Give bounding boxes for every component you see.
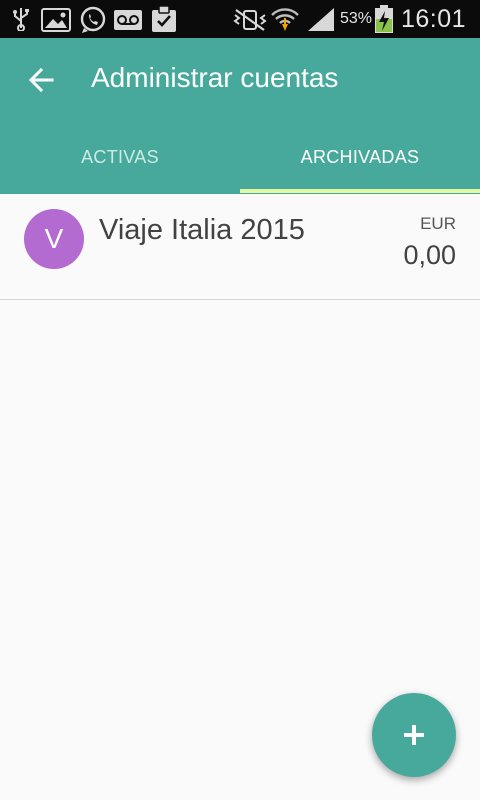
voicemail-icon — [114, 10, 142, 30]
whatsapp-icon — [80, 6, 106, 33]
arrow-back-icon — [28, 67, 54, 93]
wifi-icon — [271, 8, 299, 31]
app-bar: Administrar cuentas ACTIVAS ARCHIVADAS — [0, 38, 480, 194]
clipboard-check-icon — [152, 5, 176, 32]
image-icon — [41, 8, 71, 32]
tab-archivadas[interactable]: ARCHIVADAS — [240, 136, 480, 194]
tab-indicator — [240, 189, 480, 193]
tab-activas[interactable]: ACTIVAS — [0, 136, 240, 194]
page-title: Administrar cuentas — [91, 62, 339, 93]
list-item[interactable]: V Viaje Italia 2015 EUR 0,00 — [0, 194, 480, 300]
usb-icon — [13, 8, 29, 31]
account-list: V Viaje Italia 2015 EUR 0,00 — [0, 194, 480, 300]
account-balance: 0,00 — [403, 240, 456, 270]
tab-bar: ACTIVAS ARCHIVADAS — [0, 136, 480, 194]
clock: 16:01 — [400, 5, 466, 33]
mute-vibrate-icon — [233, 9, 267, 31]
battery-percent: 53% — [339, 10, 372, 27]
account-currency: EUR — [420, 214, 456, 233]
battery-charging-icon — [375, 5, 393, 33]
add-account-button[interactable] — [372, 693, 456, 777]
signal-icon — [308, 8, 334, 31]
status-bar: 53% 16:01 — [0, 0, 480, 38]
account-name: Viaje Italia 2015 — [99, 214, 305, 246]
plus-icon — [404, 725, 424, 745]
avatar: V — [24, 209, 84, 269]
back-button[interactable] — [20, 58, 64, 102]
